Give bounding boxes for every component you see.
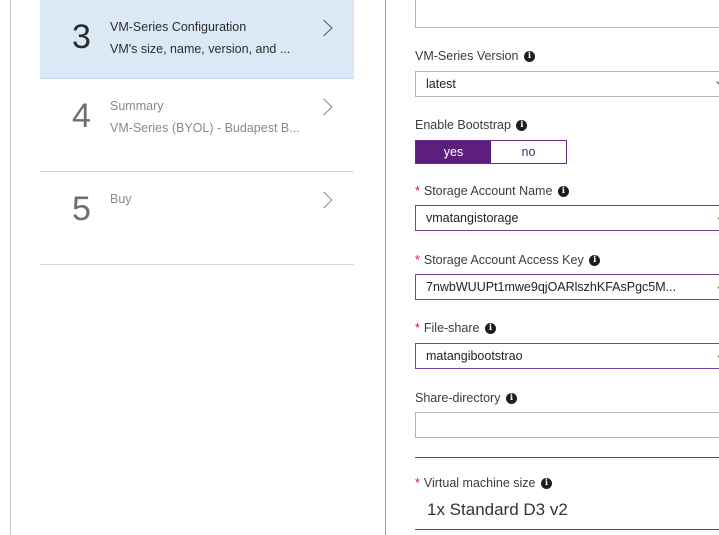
info-icon[interactable]: i (557, 186, 569, 198)
vm-series-version-dropdown[interactable]: latest (415, 71, 719, 97)
section-bottom-border (415, 529, 719, 530)
storage-account-access-key-label: * Storage Account Access Key i (415, 253, 601, 267)
enable-bootstrap-label: Enable Bootstrap i (415, 118, 528, 132)
step-title: Summary (110, 99, 164, 113)
info-icon[interactable]: i (484, 323, 496, 335)
toggle-yes-option[interactable]: yes (416, 141, 491, 163)
file-share-label: * File-share i (415, 321, 496, 335)
virtual-machine-size-value: 1x Standard D3 v2 (427, 500, 568, 519)
share-directory-label: Share-directory i (415, 391, 517, 405)
panel-divider (385, 0, 386, 535)
wizard-steps: 3 VM-Series Configuration VM's size, nam… (40, 0, 354, 265)
info-icon[interactable]: i (505, 393, 517, 405)
storage-account-name-input[interactable]: vmatangistorage (415, 205, 719, 231)
virtual-machine-size-label: * Virtual machine size i (415, 476, 552, 490)
step-number: 3 (72, 18, 91, 56)
storage-account-access-key-input[interactable]: 7nwbWUUPt1mwe9qjOARlszhKFAsPgc5M... (415, 274, 719, 300)
step-summary[interactable]: 4 Summary VM-Series (BYOL) - Budapest B.… (40, 79, 354, 172)
step-buy[interactable]: 5 Buy (40, 172, 354, 265)
virtual-machine-size-selector[interactable]: * Virtual machine size i 1x Standard D3 v… (415, 457, 719, 530)
step-title: Buy (110, 192, 132, 206)
step-subtitle: VM-Series (BYOL) - Budapest B... (110, 121, 300, 135)
step-vm-series-configuration[interactable]: 3 VM-Series Configuration VM's size, nam… (40, 0, 354, 79)
previous-field-input[interactable] (415, 0, 719, 28)
vm-series-version-label: VM-Series Version i (415, 49, 535, 63)
enable-bootstrap-toggle[interactable]: yes no (415, 140, 567, 164)
info-icon[interactable]: i (516, 120, 528, 132)
share-directory-input[interactable] (415, 412, 719, 438)
chevron-right-icon (315, 191, 333, 209)
step-number: 4 (72, 97, 91, 135)
chevron-right-icon (315, 19, 333, 37)
toggle-no-option[interactable]: no (491, 141, 566, 163)
chevron-right-icon (712, 481, 719, 499)
info-icon[interactable]: i (541, 478, 552, 490)
file-share-input[interactable]: matangibootstrao (415, 343, 719, 369)
step-number: 5 (72, 190, 91, 228)
chevron-right-icon (315, 98, 333, 116)
step-subtitle: VM's size, name, version, and ... (110, 42, 291, 56)
info-icon[interactable]: i (524, 51, 535, 63)
left-panel-border (10, 0, 11, 535)
step-title: VM-Series Configuration (110, 20, 247, 34)
storage-account-name-label: * Storage Account Name i (415, 184, 569, 198)
info-icon[interactable]: i (589, 255, 601, 267)
